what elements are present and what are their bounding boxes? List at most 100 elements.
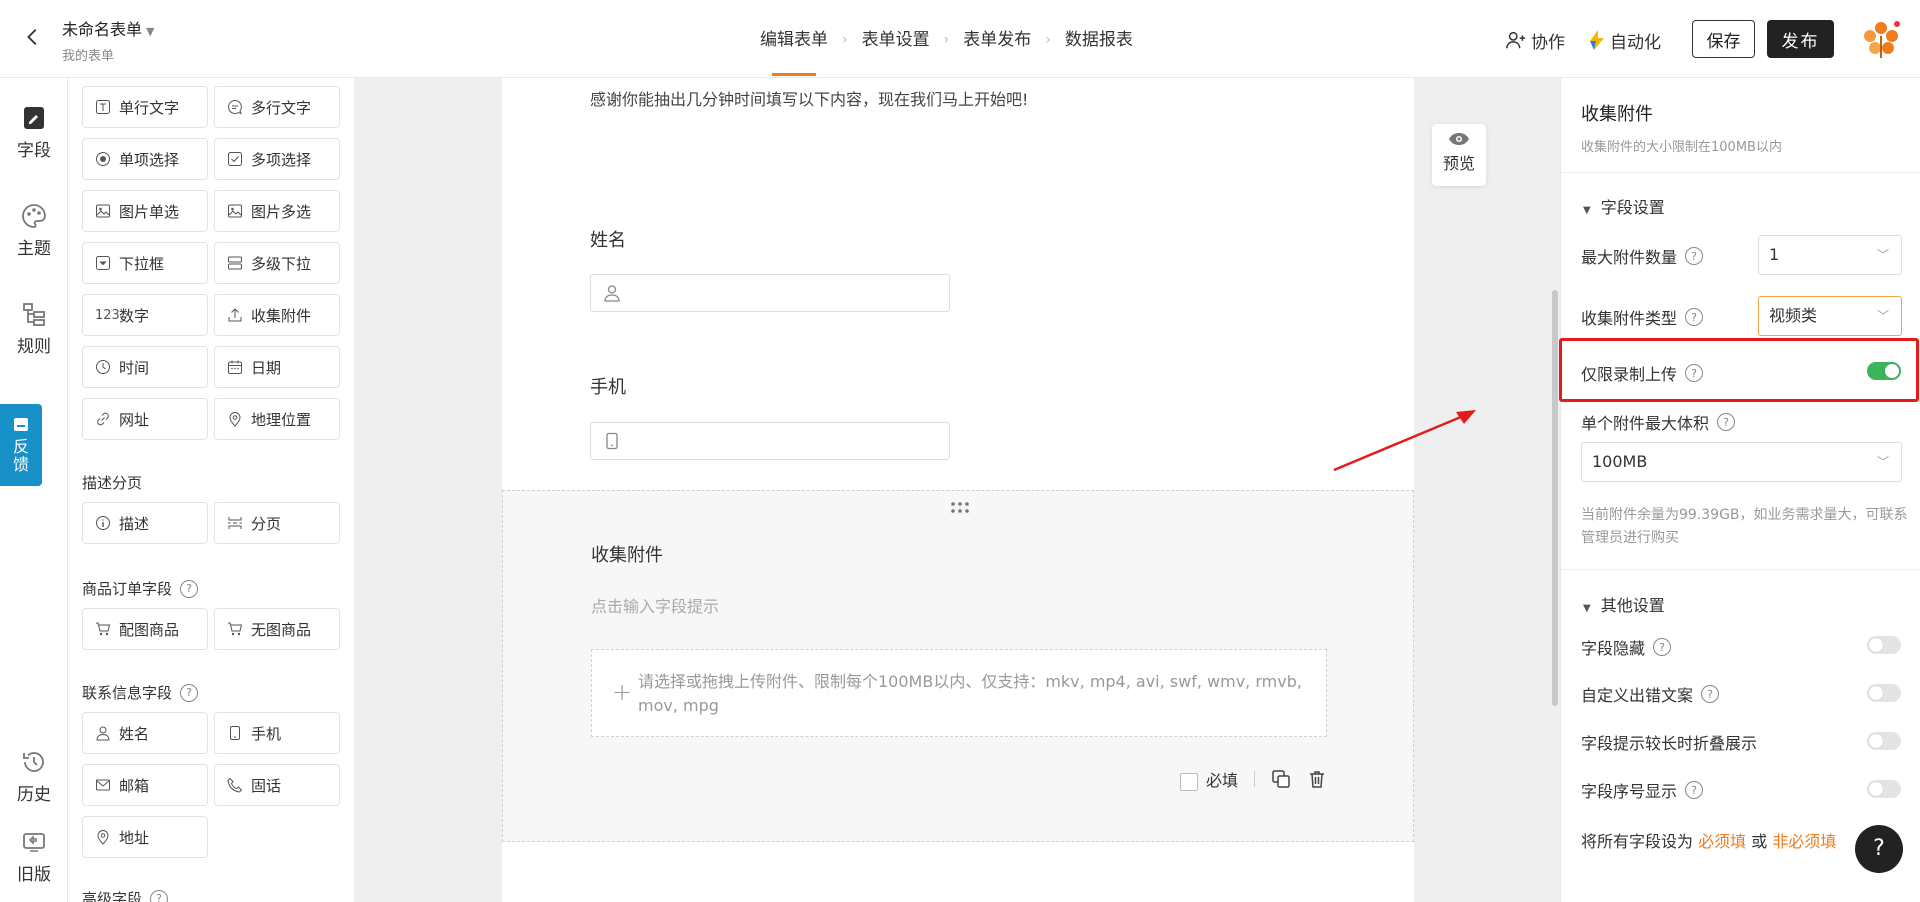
phone-icon	[227, 777, 243, 793]
rail-rule[interactable]: 规则	[0, 300, 68, 357]
set-all-required-link[interactable]: 必须填	[1698, 832, 1746, 851]
panel-subtitle: 收集附件的大小限制在100MB以内	[1581, 140, 1782, 155]
panel-title: 收集附件	[1581, 104, 1653, 125]
phone-field-label[interactable]: 手机	[590, 373, 626, 399]
preview-button[interactable]: 预览	[1432, 124, 1486, 186]
field-label: 单项选择	[119, 150, 180, 169]
publish-button[interactable]: 发布	[1767, 20, 1834, 58]
rail-feedback[interactable]: 反馈	[0, 404, 42, 486]
drag-handle-icon[interactable]	[950, 501, 970, 515]
field-page-break[interactable]: 分页	[214, 502, 340, 544]
other-settings-section[interactable]: ▼ 其他设置	[1583, 592, 1665, 616]
quota-note: 当前附件余量为99.39GB，如业务需求量大，可联系管理员进行购买	[1581, 507, 1908, 546]
help-circle-icon[interactable]: ?	[1685, 247, 1704, 265]
max-count-select[interactable]: 1 ﹀	[1758, 235, 1902, 275]
field-address[interactable]: 地址	[82, 816, 208, 858]
help-button[interactable]: ?	[1855, 825, 1903, 873]
triangle-down-icon: ▼	[1583, 205, 1591, 216]
field-attachment[interactable]: 收集附件	[214, 294, 340, 336]
attachment-field-label[interactable]: 收集附件	[591, 541, 663, 567]
field-label: 多项选择	[251, 150, 312, 169]
rail-history[interactable]: 历史	[0, 748, 68, 805]
rail-old-version[interactable]: 旧版	[0, 828, 68, 885]
tab-edit-form[interactable]: 编辑表单	[760, 26, 828, 76]
rail-theme[interactable]: 主题	[0, 202, 68, 259]
upload-dropzone[interactable]: + 请选择或拖拽上传附件、限制每个100MB以内、仅支持：mkv, mp4, a…	[591, 649, 1327, 737]
field-single-choice[interactable]: 单项选择	[82, 138, 208, 180]
field-label: 分页	[251, 514, 282, 533]
trash-icon[interactable]	[1307, 769, 1327, 789]
field-phone[interactable]: 手机	[214, 712, 340, 754]
max-size-value: 100MB	[1592, 452, 1648, 471]
breadcrumb[interactable]: 我的表单	[62, 45, 114, 64]
upload-icon	[228, 308, 242, 322]
field-date[interactable]: 日期	[214, 346, 340, 388]
rail-field[interactable]: 字段	[0, 104, 68, 161]
phone-input[interactable]	[590, 422, 950, 460]
tab-form-settings[interactable]: 表单设置	[862, 26, 930, 76]
set-all-optional-link[interactable]: 非必须填	[1772, 832, 1836, 851]
field-settings-section[interactable]: ▼ 字段设置	[1583, 194, 1665, 218]
field-product-no-image[interactable]: 无图商品	[214, 608, 340, 650]
flow-rule-icon	[23, 303, 45, 326]
brand-logo-icon[interactable]	[1860, 18, 1902, 60]
selected-attachment-field[interactable]: 收集附件 点击输入字段提示 + 请选择或拖拽上传附件、限制每个100MB以内、仅…	[502, 490, 1414, 842]
serial-toggle[interactable]	[1867, 780, 1901, 798]
section-order-label: 商品订单字段	[82, 580, 173, 598]
field-dropdown[interactable]: 下拉框	[82, 242, 208, 284]
field-location[interactable]: 地理位置	[214, 398, 340, 440]
chevron-right-icon: ›	[1045, 32, 1051, 48]
section-contact: 联系信息字段?	[82, 682, 199, 703]
name-field-label[interactable]: 姓名	[590, 226, 626, 252]
help-circle-icon[interactable]: ?	[180, 579, 199, 598]
help-circle-icon[interactable]: ?	[1701, 685, 1720, 703]
form-intro[interactable]: 感谢你能抽出几分钟时间填写以下内容，现在我们马上开始吧!	[590, 86, 1028, 110]
clock-icon	[96, 360, 110, 374]
canvas-scrollbar[interactable]	[1552, 290, 1558, 706]
save-button[interactable]: 保存	[1692, 20, 1755, 58]
name-input[interactable]	[590, 274, 950, 312]
field-landline[interactable]: 固话	[214, 764, 340, 806]
required-checkbox[interactable]	[1179, 772, 1198, 791]
fold-toggle[interactable]	[1867, 732, 1901, 750]
field-url[interactable]: 网址	[82, 398, 208, 440]
field-image-single[interactable]: 图片单选	[82, 190, 208, 232]
copy-icon[interactable]	[1271, 769, 1291, 789]
automation-icon	[1590, 30, 1604, 50]
field-name[interactable]: 姓名	[82, 712, 208, 754]
section-advanced: 高级字段?	[82, 888, 169, 902]
tab-form-publish[interactable]: 表单发布	[963, 26, 1031, 76]
attachment-hint[interactable]: 点击输入字段提示	[591, 593, 719, 617]
help-circle-icon[interactable]: ?	[180, 683, 199, 702]
upload-instructions: 请选择或拖拽上传附件、限制每个100MB以内、仅支持：mkv, mp4, avi…	[638, 672, 1302, 715]
help-circle-icon[interactable]: ?	[1717, 413, 1736, 431]
collab-label: 协作	[1531, 32, 1565, 53]
fold-label: 字段提示较长时折叠展示	[1581, 734, 1758, 753]
back-arrow-icon[interactable]	[22, 26, 44, 48]
field-image-multi[interactable]: 图片多选	[214, 190, 340, 232]
field-product-with-image[interactable]: 配图商品	[82, 608, 208, 650]
help-circle-icon[interactable]: ?	[1685, 781, 1704, 799]
field-single-line-text[interactable]: 单行文字	[82, 86, 208, 128]
max-size-select[interactable]: 100MB ﹀	[1581, 442, 1902, 482]
form-name-dropdown[interactable]: 未命名表单 ▼	[62, 16, 154, 40]
tab-data-report[interactable]: 数据报表	[1065, 26, 1133, 76]
field-multi-line-text[interactable]: 多行文字	[214, 86, 340, 128]
collab-button[interactable]: 协作	[1505, 26, 1565, 54]
field-time[interactable]: 时间	[82, 346, 208, 388]
help-circle-icon[interactable]: ?	[1685, 308, 1704, 326]
custom-error-toggle[interactable]	[1867, 684, 1901, 702]
required-toggle[interactable]: 必填	[1179, 767, 1238, 791]
preview-label: 预览	[1442, 154, 1475, 173]
hide-toggle[interactable]	[1867, 636, 1901, 654]
help-circle-icon[interactable]: ?	[1653, 638, 1672, 656]
automation-button[interactable]: 自动化	[1588, 26, 1661, 54]
attachment-type-select[interactable]: 视频类 ﹀	[1758, 296, 1902, 336]
field-email[interactable]: 邮箱	[82, 764, 208, 806]
field-number[interactable]: 123 数字	[82, 294, 208, 336]
help-circle-icon[interactable]: ?	[150, 889, 169, 902]
field-multi-choice[interactable]: 多项选择	[214, 138, 340, 180]
field-cascade-dropdown[interactable]: 多级下拉	[214, 242, 340, 284]
location-pin-icon	[229, 412, 241, 427]
field-description[interactable]: 描述	[82, 502, 208, 544]
